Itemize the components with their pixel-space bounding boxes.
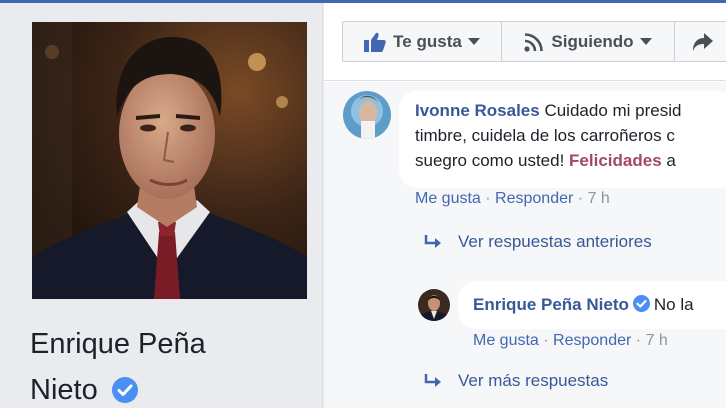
- reply-author[interactable]: Enrique Peña Nieto: [473, 295, 629, 314]
- profile-name[interactable]: Enrique Peña Nieto: [30, 321, 310, 408]
- comments-section: Ivonne Rosales Cuidado mi presid timbre,…: [324, 82, 726, 408]
- reply-bubble: Enrique Peña Nieto No la: [458, 281, 726, 329]
- reply-author-avatar[interactable]: [418, 289, 450, 321]
- reply-actions: Me gusta · Responder · 7 h: [473, 332, 668, 349]
- reply-timestamp[interactable]: 7 h: [646, 332, 668, 349]
- page-action-bar: Te gusta Siguiendo: [324, 3, 726, 81]
- verified-badge-icon: [111, 377, 138, 403]
- like-page-button[interactable]: Te gusta: [342, 21, 502, 62]
- comment-reply-link[interactable]: Responder: [495, 190, 573, 207]
- profile-photo[interactable]: [32, 22, 307, 299]
- view-more-replies-label: Ver más respuestas: [458, 371, 609, 390]
- comment-text-line2: timbre, cuidela de los carroñeros c: [415, 126, 675, 145]
- chevron-down-icon: [639, 38, 652, 45]
- reply-like-link[interactable]: Me gusta: [473, 332, 539, 349]
- comment-text-line3: suegro como usted!: [415, 151, 565, 170]
- verified-badge-icon: [632, 295, 650, 312]
- following-label: Siguiendo: [551, 31, 634, 51]
- chevron-down-icon: [467, 38, 480, 45]
- comment-like-link[interactable]: Me gusta: [415, 190, 481, 207]
- rss-feed-icon: [524, 32, 544, 52]
- comment-author[interactable]: Ivonne Rosales: [415, 101, 540, 120]
- page-timeline: Te gusta Siguiendo Ivonne Rosales Cuidad…: [324, 3, 726, 408]
- comment-actions: Me gusta · Responder · 7 h: [415, 190, 610, 207]
- share-arrow-icon: [693, 32, 713, 51]
- following-button[interactable]: Siguiendo: [501, 21, 675, 62]
- comment-text-line3-end: a: [666, 151, 676, 170]
- view-previous-replies-label: Ver respuestas anteriores: [458, 232, 652, 251]
- profile-name-line1: Enrique Peña: [30, 328, 206, 360]
- profile-name-line2: Nieto: [30, 374, 98, 406]
- view-previous-replies-link[interactable]: Ver respuestas anteriores: [424, 232, 652, 252]
- reply-arrow-icon: [424, 374, 441, 387]
- view-more-replies-link[interactable]: Ver más respuestas: [424, 371, 608, 391]
- thumbs-up-icon: [364, 32, 386, 52]
- comment-text-line1: Cuidado mi presid: [544, 101, 682, 120]
- like-page-label: Te gusta: [393, 31, 462, 51]
- share-button[interactable]: [674, 21, 726, 62]
- reply-arrow-icon: [424, 235, 441, 248]
- comment-bubble: Ivonne Rosales Cuidado mi presid timbre,…: [399, 91, 726, 188]
- reply-text: No la: [653, 295, 694, 314]
- reply-reply-link[interactable]: Responder: [553, 332, 631, 349]
- comment-mention[interactable]: Felicidades: [569, 151, 662, 170]
- profile-sidebar: Enrique Peña Nieto: [0, 3, 323, 408]
- comment-timestamp[interactable]: 7 h: [588, 190, 610, 207]
- commenter-avatar[interactable]: [343, 91, 391, 139]
